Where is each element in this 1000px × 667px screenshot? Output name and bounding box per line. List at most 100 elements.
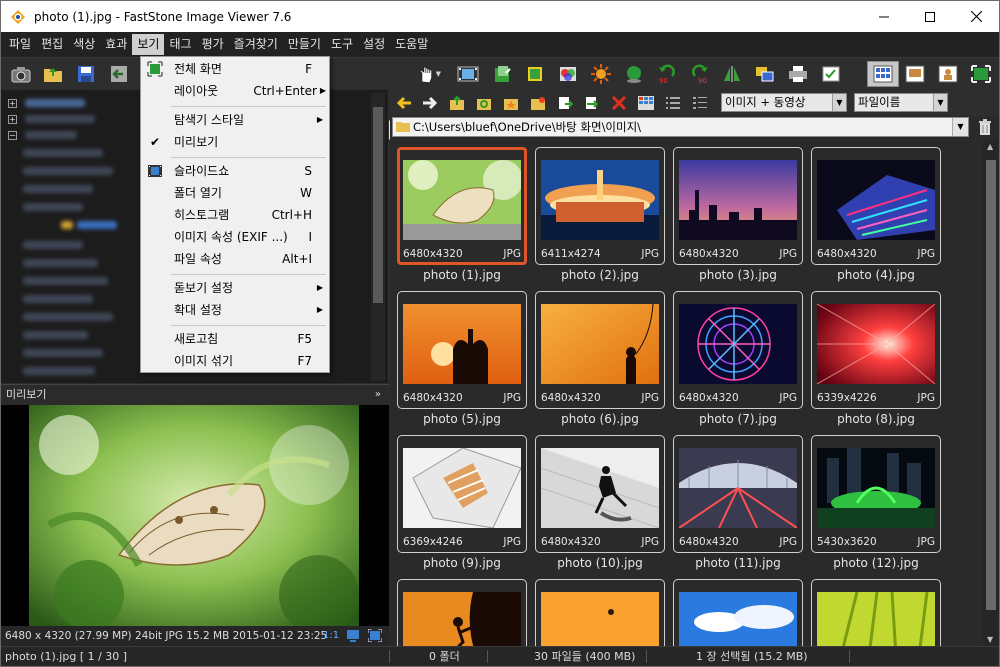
- view-thumbnails-button[interactable]: [636, 93, 656, 113]
- new-folder-button[interactable]: [528, 93, 548, 113]
- menu-tags[interactable]: 태그: [164, 34, 196, 55]
- menu-item-file-properties[interactable]: 파일 속성 Alt+I: [141, 248, 329, 270]
- menu-item-open-folder[interactable]: 폴더 열기 W: [141, 182, 329, 204]
- back-button[interactable]: [107, 62, 131, 86]
- layout-preview-button[interactable]: [903, 62, 927, 86]
- menu-file[interactable]: 파일: [4, 34, 36, 55]
- resize-button[interactable]: [490, 62, 514, 86]
- flip-button[interactable]: [720, 62, 744, 86]
- menu-item-image-properties[interactable]: 이미지 속성 (EXIF ...) I: [141, 226, 329, 248]
- nav-forward-button[interactable]: [420, 93, 440, 113]
- thumbnail-item[interactable]: 6369x4246 JPG: [397, 435, 527, 553]
- tree-node[interactable]: [23, 256, 98, 270]
- thumbnail-item[interactable]: 5430x3620 JPG: [811, 435, 941, 553]
- trash-icon[interactable]: [976, 118, 994, 136]
- view-list-button[interactable]: [663, 93, 683, 113]
- thumbnail-item[interactable]: [535, 579, 665, 646]
- thumbnail-item[interactable]: [673, 579, 803, 646]
- menu-item-magnifier-settings[interactable]: 돋보기 설정 ▶: [141, 277, 329, 299]
- thumbnail-item[interactable]: 6480x4320 JPG: [535, 291, 665, 409]
- fit-screen-icon[interactable]: [368, 629, 382, 642]
- tree-node[interactable]: [23, 146, 103, 160]
- print-button[interactable]: [786, 62, 810, 86]
- menu-settings[interactable]: 설정: [358, 34, 390, 55]
- thumbnail-item[interactable]: 6411x4274 JPG: [535, 147, 665, 265]
- menu-item-layout[interactable]: 레이아웃 Ctrl+Enter ▶: [141, 80, 329, 102]
- rotate-left-button[interactable]: 90: [655, 62, 679, 86]
- tree-scrollbar[interactable]: [371, 93, 385, 381]
- menu-item-preview[interactable]: ✔ 미리보기: [141, 131, 329, 153]
- ratio-label[interactable]: 1:1: [323, 626, 339, 646]
- menu-favorites[interactable]: 즐겨찾기: [229, 34, 283, 55]
- folder-up-button[interactable]: [447, 93, 467, 113]
- menu-item-explorer-style[interactable]: 탐색기 스타일 ▶: [141, 109, 329, 131]
- thumbnail-item[interactable]: 6480x4320 JPG: [673, 147, 803, 265]
- tree-node[interactable]: +: [8, 96, 85, 110]
- menu-view[interactable]: 보기: [132, 34, 165, 55]
- nav-back-button[interactable]: [394, 93, 414, 113]
- monitor-icon[interactable]: [346, 629, 360, 642]
- thumbnail-item[interactable]: 6480x4320 JPG: [535, 435, 665, 553]
- thumbnail-scrollbar[interactable]: ▲ ▼: [983, 140, 999, 646]
- tree-node[interactable]: [23, 164, 113, 178]
- hand-tool-button[interactable]: ▼: [417, 62, 441, 86]
- tree-node[interactable]: [23, 200, 83, 214]
- save-button[interactable]: [74, 62, 98, 86]
- sort-select[interactable]: 파일이름 ▼: [854, 93, 948, 112]
- thumbnail-item[interactable]: 6480x4320 JPG: [397, 147, 527, 265]
- thumbnail-item[interactable]: 6480x4320 JPG: [673, 291, 803, 409]
- film-strip-button[interactable]: [456, 62, 480, 86]
- fullscreen-button[interactable]: [969, 62, 993, 86]
- file-filter-select[interactable]: 이미지 + 동영상 ▼: [721, 93, 847, 112]
- rotate-right-button[interactable]: 90: [688, 62, 712, 86]
- copy-to-button[interactable]: [555, 93, 575, 113]
- menu-effects[interactable]: 효과: [100, 34, 132, 55]
- effects-button[interactable]: [589, 62, 613, 86]
- view-details-button[interactable]: [690, 93, 710, 113]
- close-button[interactable]: [953, 1, 999, 32]
- open-button[interactable]: [41, 62, 65, 86]
- refresh-folder-button[interactable]: [474, 93, 494, 113]
- tree-node[interactable]: [23, 274, 108, 288]
- color-adjust-button[interactable]: [556, 62, 580, 86]
- maximize-button[interactable]: [907, 1, 953, 32]
- menu-colors[interactable]: 색상: [68, 34, 100, 55]
- tree-node[interactable]: [23, 238, 83, 252]
- red-eye-button[interactable]: [622, 62, 646, 86]
- thumbnail-item[interactable]: 6480x4320 JPG: [811, 147, 941, 265]
- thumbnail-item[interactable]: 6480x4320 JPG: [397, 291, 527, 409]
- scroll-up-icon[interactable]: ▲: [987, 142, 993, 151]
- thumbnail-item[interactable]: 6480x4320 JPG: [673, 435, 803, 553]
- menu-help[interactable]: 도움말: [390, 34, 433, 55]
- thumbnail-item[interactable]: 6339x4226 JPG: [811, 291, 941, 409]
- tree-node[interactable]: [23, 346, 103, 360]
- tree-node-selected[interactable]: [61, 218, 117, 232]
- menu-item-zoom-settings[interactable]: 확대 설정 ▶: [141, 299, 329, 321]
- path-bar[interactable]: C:\Users\bluef\OneDrive\바탕 화면\이미지\ ▼: [392, 117, 969, 137]
- thumbnail-item[interactable]: [811, 579, 941, 646]
- menu-item-fullscreen[interactable]: 전체 화면 F: [141, 58, 329, 80]
- tree-node[interactable]: [23, 292, 93, 306]
- menu-rating[interactable]: 평가: [197, 34, 229, 55]
- tree-node[interactable]: [23, 364, 95, 378]
- menu-item-shuffle[interactable]: 이미지 섞기 F7: [141, 350, 329, 372]
- layout-fullview-button[interactable]: [936, 62, 960, 86]
- compare-button[interactable]: [753, 62, 777, 86]
- delete-button[interactable]: [609, 93, 629, 113]
- favorite-folder-button[interactable]: [501, 93, 521, 113]
- menu-edit[interactable]: 편집: [36, 34, 68, 55]
- menu-tools[interactable]: 도구: [326, 34, 358, 55]
- collapse-chevron-icon[interactable]: »: [375, 385, 381, 405]
- crop-button[interactable]: [523, 62, 547, 86]
- acquire-button[interactable]: [9, 62, 33, 86]
- tree-node[interactable]: −: [8, 128, 77, 142]
- tree-node[interactable]: +: [8, 112, 95, 126]
- tree-node[interactable]: [23, 182, 93, 196]
- batch-button[interactable]: [819, 62, 843, 86]
- scroll-down-icon[interactable]: ▼: [987, 635, 993, 644]
- menu-item-refresh[interactable]: 새로고침 F5: [141, 328, 329, 350]
- menu-item-slideshow[interactable]: 슬라이드쇼 S: [141, 160, 329, 182]
- minimize-button[interactable]: [861, 1, 907, 32]
- move-to-button[interactable]: [582, 93, 602, 113]
- layout-thumbnails-button[interactable]: [867, 61, 899, 87]
